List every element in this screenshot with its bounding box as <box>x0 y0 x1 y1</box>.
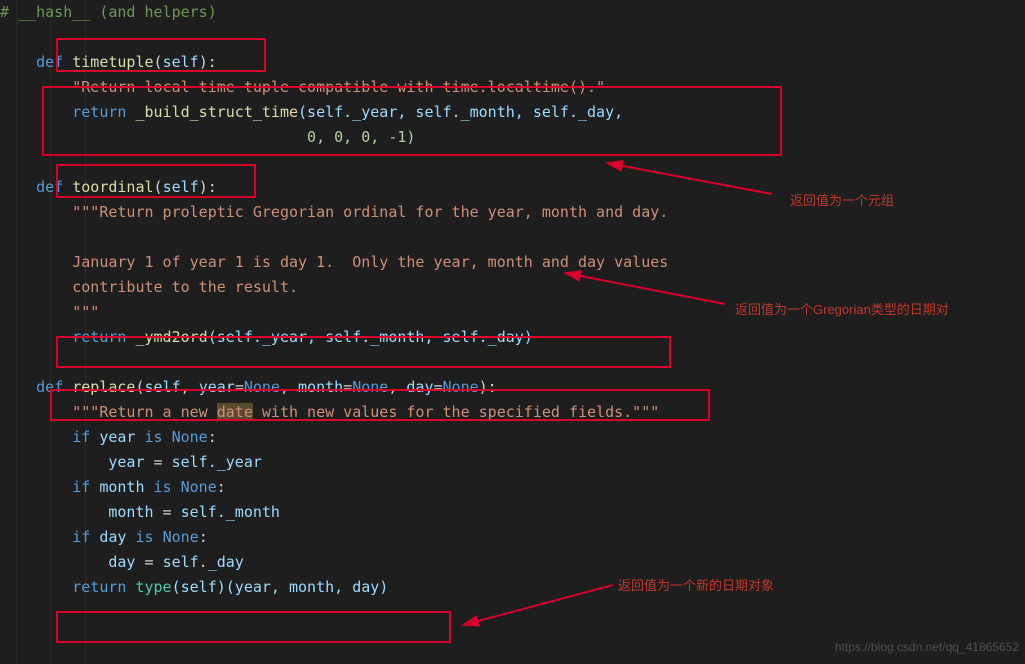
code-line: # __hash__ (and helpers) <box>0 0 1025 25</box>
code-line: return _build_struct_time(self._year, se… <box>0 100 1025 125</box>
code-line: January 1 of year 1 is day 1. Only the y… <box>0 250 1025 275</box>
watermark: https://blog.csdn.net/qq_41865652 <box>835 635 1019 660</box>
code-line: """ <box>0 300 1025 325</box>
code-line: return type(self)(year, month, day) <box>0 575 1025 600</box>
code-line: if year is None: <box>0 425 1025 450</box>
code-line: month = self._month <box>0 500 1025 525</box>
code-line <box>0 150 1025 175</box>
code-line: """Return proleptic Gregorian ordinal fo… <box>0 200 1025 225</box>
code-line: 0, 0, 0, -1) <box>0 125 1025 150</box>
code-line: return _ymd2ord(self._year, self._month,… <box>0 325 1025 350</box>
code-line: if day is None: <box>0 525 1025 550</box>
code-line: if month is None: <box>0 475 1025 500</box>
code-line <box>0 225 1025 250</box>
code-line: def replace(self, year=None, month=None,… <box>0 375 1025 400</box>
highlight-box <box>56 611 451 643</box>
code-line: day = self._day <box>0 550 1025 575</box>
code-line: contribute to the result. <box>0 275 1025 300</box>
code-line: """Return a new date with new values for… <box>0 400 1025 425</box>
code-line: "Return local time tuple compatible with… <box>0 75 1025 100</box>
code-line <box>0 25 1025 50</box>
code-editor[interactable]: # __hash__ (and helpers) def timetuple(s… <box>0 0 1025 664</box>
code-line: year = self._year <box>0 450 1025 475</box>
code-line <box>0 350 1025 375</box>
code-line: def timetuple(self): <box>0 50 1025 75</box>
code-line: def toordinal(self): <box>0 175 1025 200</box>
